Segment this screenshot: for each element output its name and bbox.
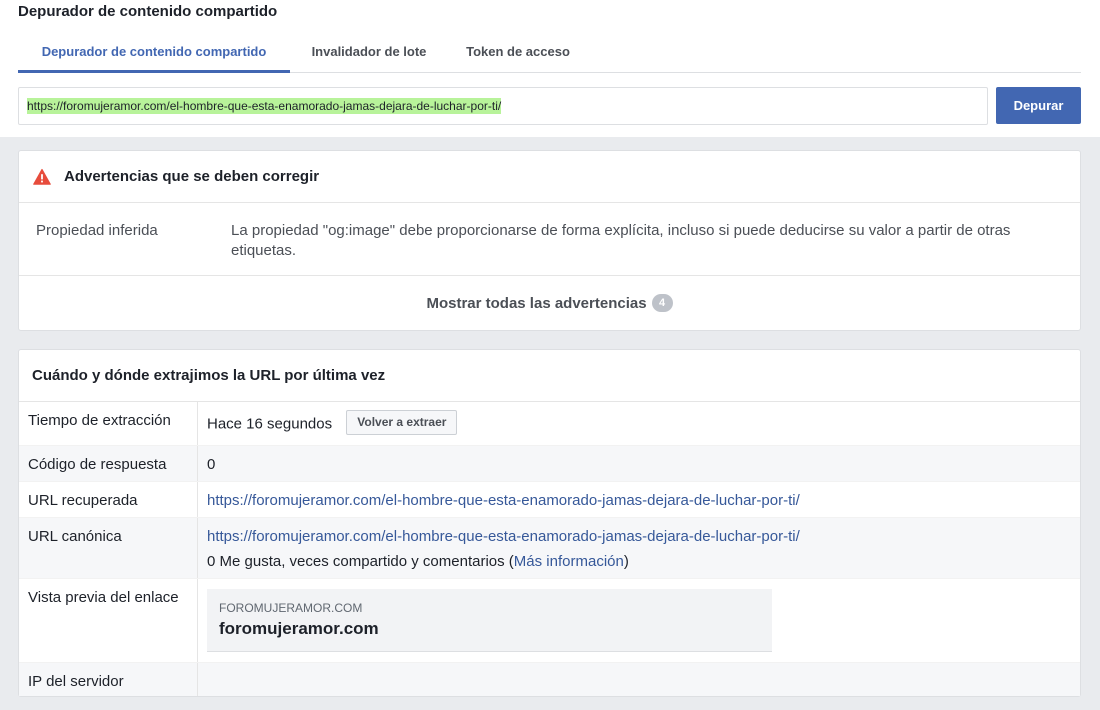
warnings-header: Advertencias que se deben corregir <box>19 151 1080 203</box>
row-label: Código de respuesta <box>19 446 198 481</box>
show-all-warnings-label: Mostrar todas las advertencias <box>426 294 647 312</box>
tab-bar: Depurador de contenido compartido Invali… <box>18 33 1081 73</box>
rescrape-button[interactable]: Volver a extraer <box>346 410 458 435</box>
row-value: https://foromujeramor.com/el-hombre-que-… <box>207 528 800 570</box>
warning-message: La propiedad "og:image" debe proporciona… <box>231 222 1011 259</box>
tab-access-token[interactable]: Token de acceso <box>464 33 572 73</box>
preview-title: foromujeramor.com <box>219 619 379 638</box>
engagement-stats-suffix: ) <box>623 553 629 570</box>
tab-sharing-debugger[interactable]: Depurador de contenido compartido <box>18 33 290 73</box>
row-label: Tiempo de extracción <box>19 402 198 445</box>
row-label: URL recuperada <box>19 482 198 517</box>
engagement-stats-text: 0 Me gusta, veces compartido y comentari… <box>207 553 514 570</box>
scrape-info-card: Cuándo y dónde extrajimos la URL por últ… <box>18 349 1081 697</box>
more-info-link[interactable]: Más información <box>514 553 624 570</box>
row-scrape-time: Tiempo de extracción Hace 16 segundos Vo… <box>19 402 1080 446</box>
scrape-time-value: Hace 16 segundos <box>207 415 333 433</box>
fetched-url-link[interactable]: https://foromujeramor.com/el-hombre-que-… <box>207 492 800 509</box>
debug-button[interactable]: Depurar <box>996 87 1081 124</box>
row-label: Vista previa del enlace <box>19 579 198 662</box>
row-label: URL canónica <box>19 518 198 578</box>
canonical-url-link[interactable]: https://foromujeramor.com/el-hombre-que-… <box>207 528 800 545</box>
warning-item: Propiedad inferida La propiedad "og:imag… <box>19 203 1080 276</box>
preview-domain: FOROMUJERAMOR.COM <box>219 601 363 615</box>
row-link-preview: Vista previa del enlace FOROMUJERAMOR.CO… <box>19 579 1080 663</box>
url-input[interactable]: https://foromujeramor.com/el-hombre-que-… <box>18 87 988 125</box>
row-value: Hace 16 segundos Volver a extraer <box>207 410 458 437</box>
scrape-info-title: Cuándo y dónde extrajimos la URL por últ… <box>19 350 1080 402</box>
url-input-value: https://foromujeramor.com/el-hombre-que-… <box>27 98 502 114</box>
row-label: IP del servidor <box>19 663 198 696</box>
warning-property: Propiedad inferida <box>36 222 158 239</box>
row-response-code: Código de respuesta 0 <box>19 446 1080 482</box>
page-title: Depurador de contenido compartido <box>18 3 278 20</box>
row-canonical-url: URL canónica https://foromujeramor.com/e… <box>19 518 1080 579</box>
warnings-count-badge: 4 <box>651 294 673 312</box>
tab-batch-invalidator[interactable]: Invalidador de lote <box>308 33 430 73</box>
warnings-title: Advertencias que se deben corregir <box>64 168 320 185</box>
response-code-value: 0 <box>207 456 216 473</box>
link-preview-card[interactable]: FOROMUJERAMOR.COM foromujeramor.com <box>207 589 772 652</box>
warnings-card: Advertencias que se deben corregir Propi… <box>18 150 1081 331</box>
show-all-warnings-button[interactable]: Mostrar todas las advertencias 4 <box>19 276 1080 330</box>
top-bar: Depurador de contenido compartido Depura… <box>0 0 1100 137</box>
row-server-ip: IP del servidor <box>19 663 1080 696</box>
row-fetched-url: URL recuperada https://foromujeramor.com… <box>19 482 1080 518</box>
warning-triangle-icon <box>33 168 51 185</box>
engagement-stats: 0 Me gusta, veces compartido y comentari… <box>207 553 800 570</box>
